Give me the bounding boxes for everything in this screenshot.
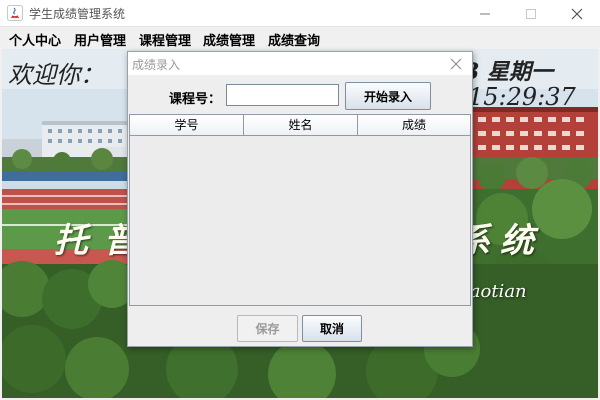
- course-number-label: 课程号：: [169, 92, 222, 107]
- column-header-name[interactable]: 姓名: [244, 115, 358, 136]
- system-subtitle: iaotian: [464, 281, 527, 302]
- grade-table[interactable]: 学号 姓名 成绩: [129, 114, 471, 306]
- close-icon: [571, 8, 583, 20]
- column-header-score[interactable]: 成绩: [358, 115, 470, 136]
- java-app-icon: [7, 5, 23, 21]
- window-close-button[interactable]: [554, 0, 600, 27]
- minimize-icon: [480, 13, 490, 15]
- menu-bar: 个人中心 用户管理 课程管理 成绩管理 成绩查询: [0, 27, 600, 49]
- table-header: 学号 姓名 成绩: [130, 115, 470, 136]
- main-window: 学生成绩管理系统 个人中心 用户管理 课程管理 成绩管理 成绩查询 欢迎你： 3…: [0, 0, 600, 400]
- menu-grade-query[interactable]: 成绩查询: [268, 30, 320, 49]
- menu-course-management[interactable]: 课程管理: [139, 30, 191, 49]
- menu-personal-center[interactable]: 个人中心: [9, 30, 61, 49]
- column-header-student-id[interactable]: 学号: [130, 115, 244, 136]
- course-number-input[interactable]: [226, 84, 339, 106]
- minimize-button[interactable]: [462, 0, 508, 27]
- save-button[interactable]: 保存: [237, 315, 298, 342]
- maximize-icon: [526, 9, 536, 19]
- date-display: 3 星期一: [464, 59, 553, 85]
- grade-entry-dialog: 成绩录入 课程号： 开始录入 学号 姓名 成绩 保存 取消: [127, 51, 473, 347]
- close-icon[interactable]: [448, 56, 464, 72]
- dialog-title-bar: 成绩录入: [128, 52, 472, 75]
- welcome-text: 欢迎你：: [8, 61, 104, 89]
- time-display: 15:29:37: [468, 83, 576, 111]
- dialog-title: 成绩录入: [132, 58, 181, 72]
- maximize-button[interactable]: [508, 0, 554, 27]
- window-title: 学生成绩管理系统: [29, 7, 126, 21]
- cancel-button[interactable]: 取消: [302, 315, 362, 342]
- title-bar: 学生成绩管理系统: [0, 0, 600, 27]
- menu-user-management[interactable]: 用户管理: [74, 30, 126, 49]
- start-entry-button[interactable]: 开始录入: [345, 82, 431, 110]
- menu-grade-management[interactable]: 成绩管理: [203, 30, 255, 49]
